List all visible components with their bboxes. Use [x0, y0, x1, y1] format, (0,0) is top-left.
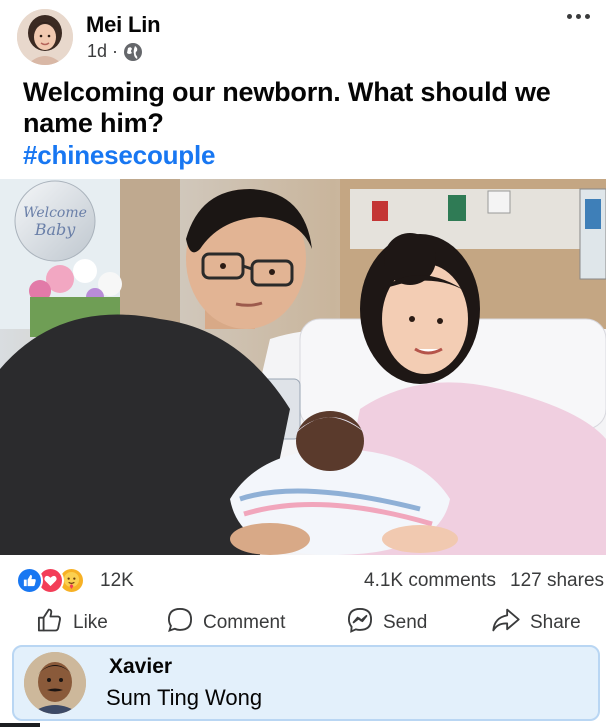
commenter-avatar[interactable] — [24, 652, 86, 714]
post-caption: Welcoming our newborn. What should we na… — [23, 77, 551, 138]
reactions-summary[interactable] — [16, 567, 85, 594]
ellipsis-icon — [567, 14, 572, 19]
comment-label: Comment — [203, 612, 286, 633]
shares-count[interactable]: 127 shares — [510, 570, 604, 592]
comments-count[interactable]: 4.1K comments — [364, 570, 496, 592]
like-icon — [16, 567, 43, 594]
comment-text: Sum Ting Wong — [106, 685, 263, 710]
meta-separator: · — [112, 41, 119, 61]
top-comment[interactable]: Xavier Sum Ting Wong — [12, 645, 600, 721]
comment-icon — [166, 606, 194, 640]
like-button[interactable]: Like — [36, 606, 108, 640]
post-actions: Like Comment Send Share — [0, 602, 606, 642]
more-options-button[interactable] — [567, 14, 590, 19]
send-label: Send — [383, 612, 428, 633]
like-label: Like — [73, 612, 108, 633]
post-meta: 1d · — [87, 41, 143, 62]
post-header: Mei Lin 1d · — [0, 0, 606, 72]
author-avatar[interactable] — [17, 9, 73, 65]
commenter-name[interactable]: Xavier — [109, 655, 172, 679]
svg-text:Welcome: Welcome — [23, 205, 87, 221]
thumbs-up-icon — [36, 606, 64, 640]
share-arrow-icon — [491, 606, 521, 640]
author-name[interactable]: Mei Lin — [86, 12, 161, 38]
comment-button[interactable]: Comment — [166, 606, 285, 640]
hashtag-link[interactable]: #chinesecouple — [23, 140, 215, 171]
bottom-edge-bar — [0, 723, 40, 727]
globe-icon — [123, 42, 143, 62]
svg-text:Baby: Baby — [34, 220, 77, 239]
share-button[interactable]: Share — [491, 606, 581, 640]
send-button[interactable]: Send — [346, 606, 427, 640]
post-photo[interactable]: Welcome Baby — [0, 179, 606, 555]
post-stats: 12K 4.1K comments 127 shares — [0, 565, 606, 597]
messenger-icon — [346, 606, 374, 640]
reaction-count[interactable]: 12K — [100, 570, 134, 592]
post-time[interactable]: 1d — [87, 41, 107, 62]
share-label: Share — [530, 612, 581, 633]
